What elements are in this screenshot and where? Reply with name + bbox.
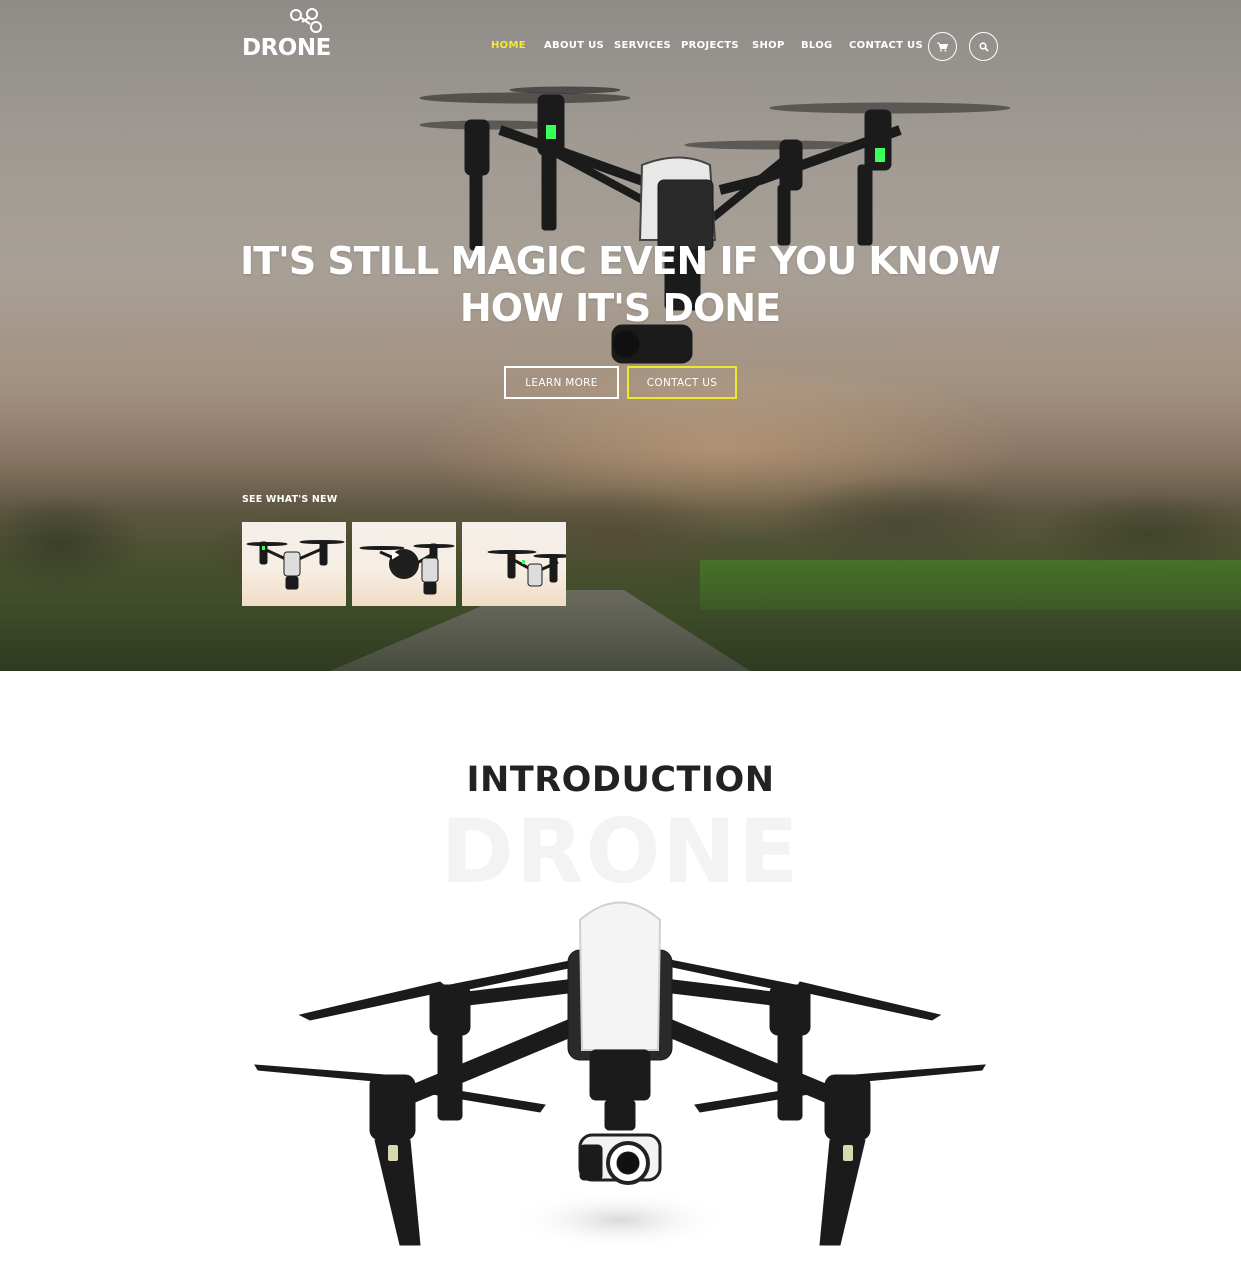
nav-home[interactable]: HOME [491,40,526,51]
drone-logo-icon [290,8,322,33]
play-button[interactable] [389,549,419,579]
whats-new-thumbnail-1[interactable] [242,522,346,606]
nav-about-us[interactable]: ABOUT US [544,40,604,51]
whats-new-thumbnail-2[interactable] [352,522,456,606]
whats-new-label: SEE WHAT'S NEW [242,494,338,505]
drone-thumbnail [487,550,566,587]
learn-more-button[interactable]: LEARN MORE [504,366,619,399]
intro-drone-image [254,901,986,1250]
hero-title: IT'S STILL MAGIC EVEN IF YOU KNOW HOW IT… [240,238,1001,332]
cart-button[interactable] [928,32,957,61]
search-icon [978,41,989,52]
play-icon [392,550,400,560]
logo[interactable]: DRONE [242,8,332,61]
whats-new-thumbnail-3[interactable] [462,522,566,606]
hero-title-line-2: HOW IT'S DONE [459,286,781,330]
intro-title: INTRODUCTION [466,760,775,800]
contact-us-button[interactable]: CONTACT US [627,366,737,399]
cart-icon [937,42,948,51]
logo-text: DRONE [242,35,331,61]
hero-section [0,0,1241,671]
drone-thumbnail [246,540,345,590]
hero-title-line-1: IT'S STILL MAGIC EVEN IF YOU KNOW [240,239,1001,283]
nav-shop[interactable]: SHOP [752,40,785,51]
search-button[interactable] [969,32,998,61]
top-navigation: DRONE HOME ABOUT US SERVICES PROJECTS SH… [0,0,1241,90]
nav-blog[interactable]: BLOG [801,40,833,51]
intro-watermark: DRONE [440,800,801,903]
nav-projects[interactable]: PROJECTS [681,40,739,51]
nav-contact-us[interactable]: CONTACT US [849,40,923,51]
nav-services[interactable]: SERVICES [614,40,671,51]
green-field-background [700,560,1241,610]
